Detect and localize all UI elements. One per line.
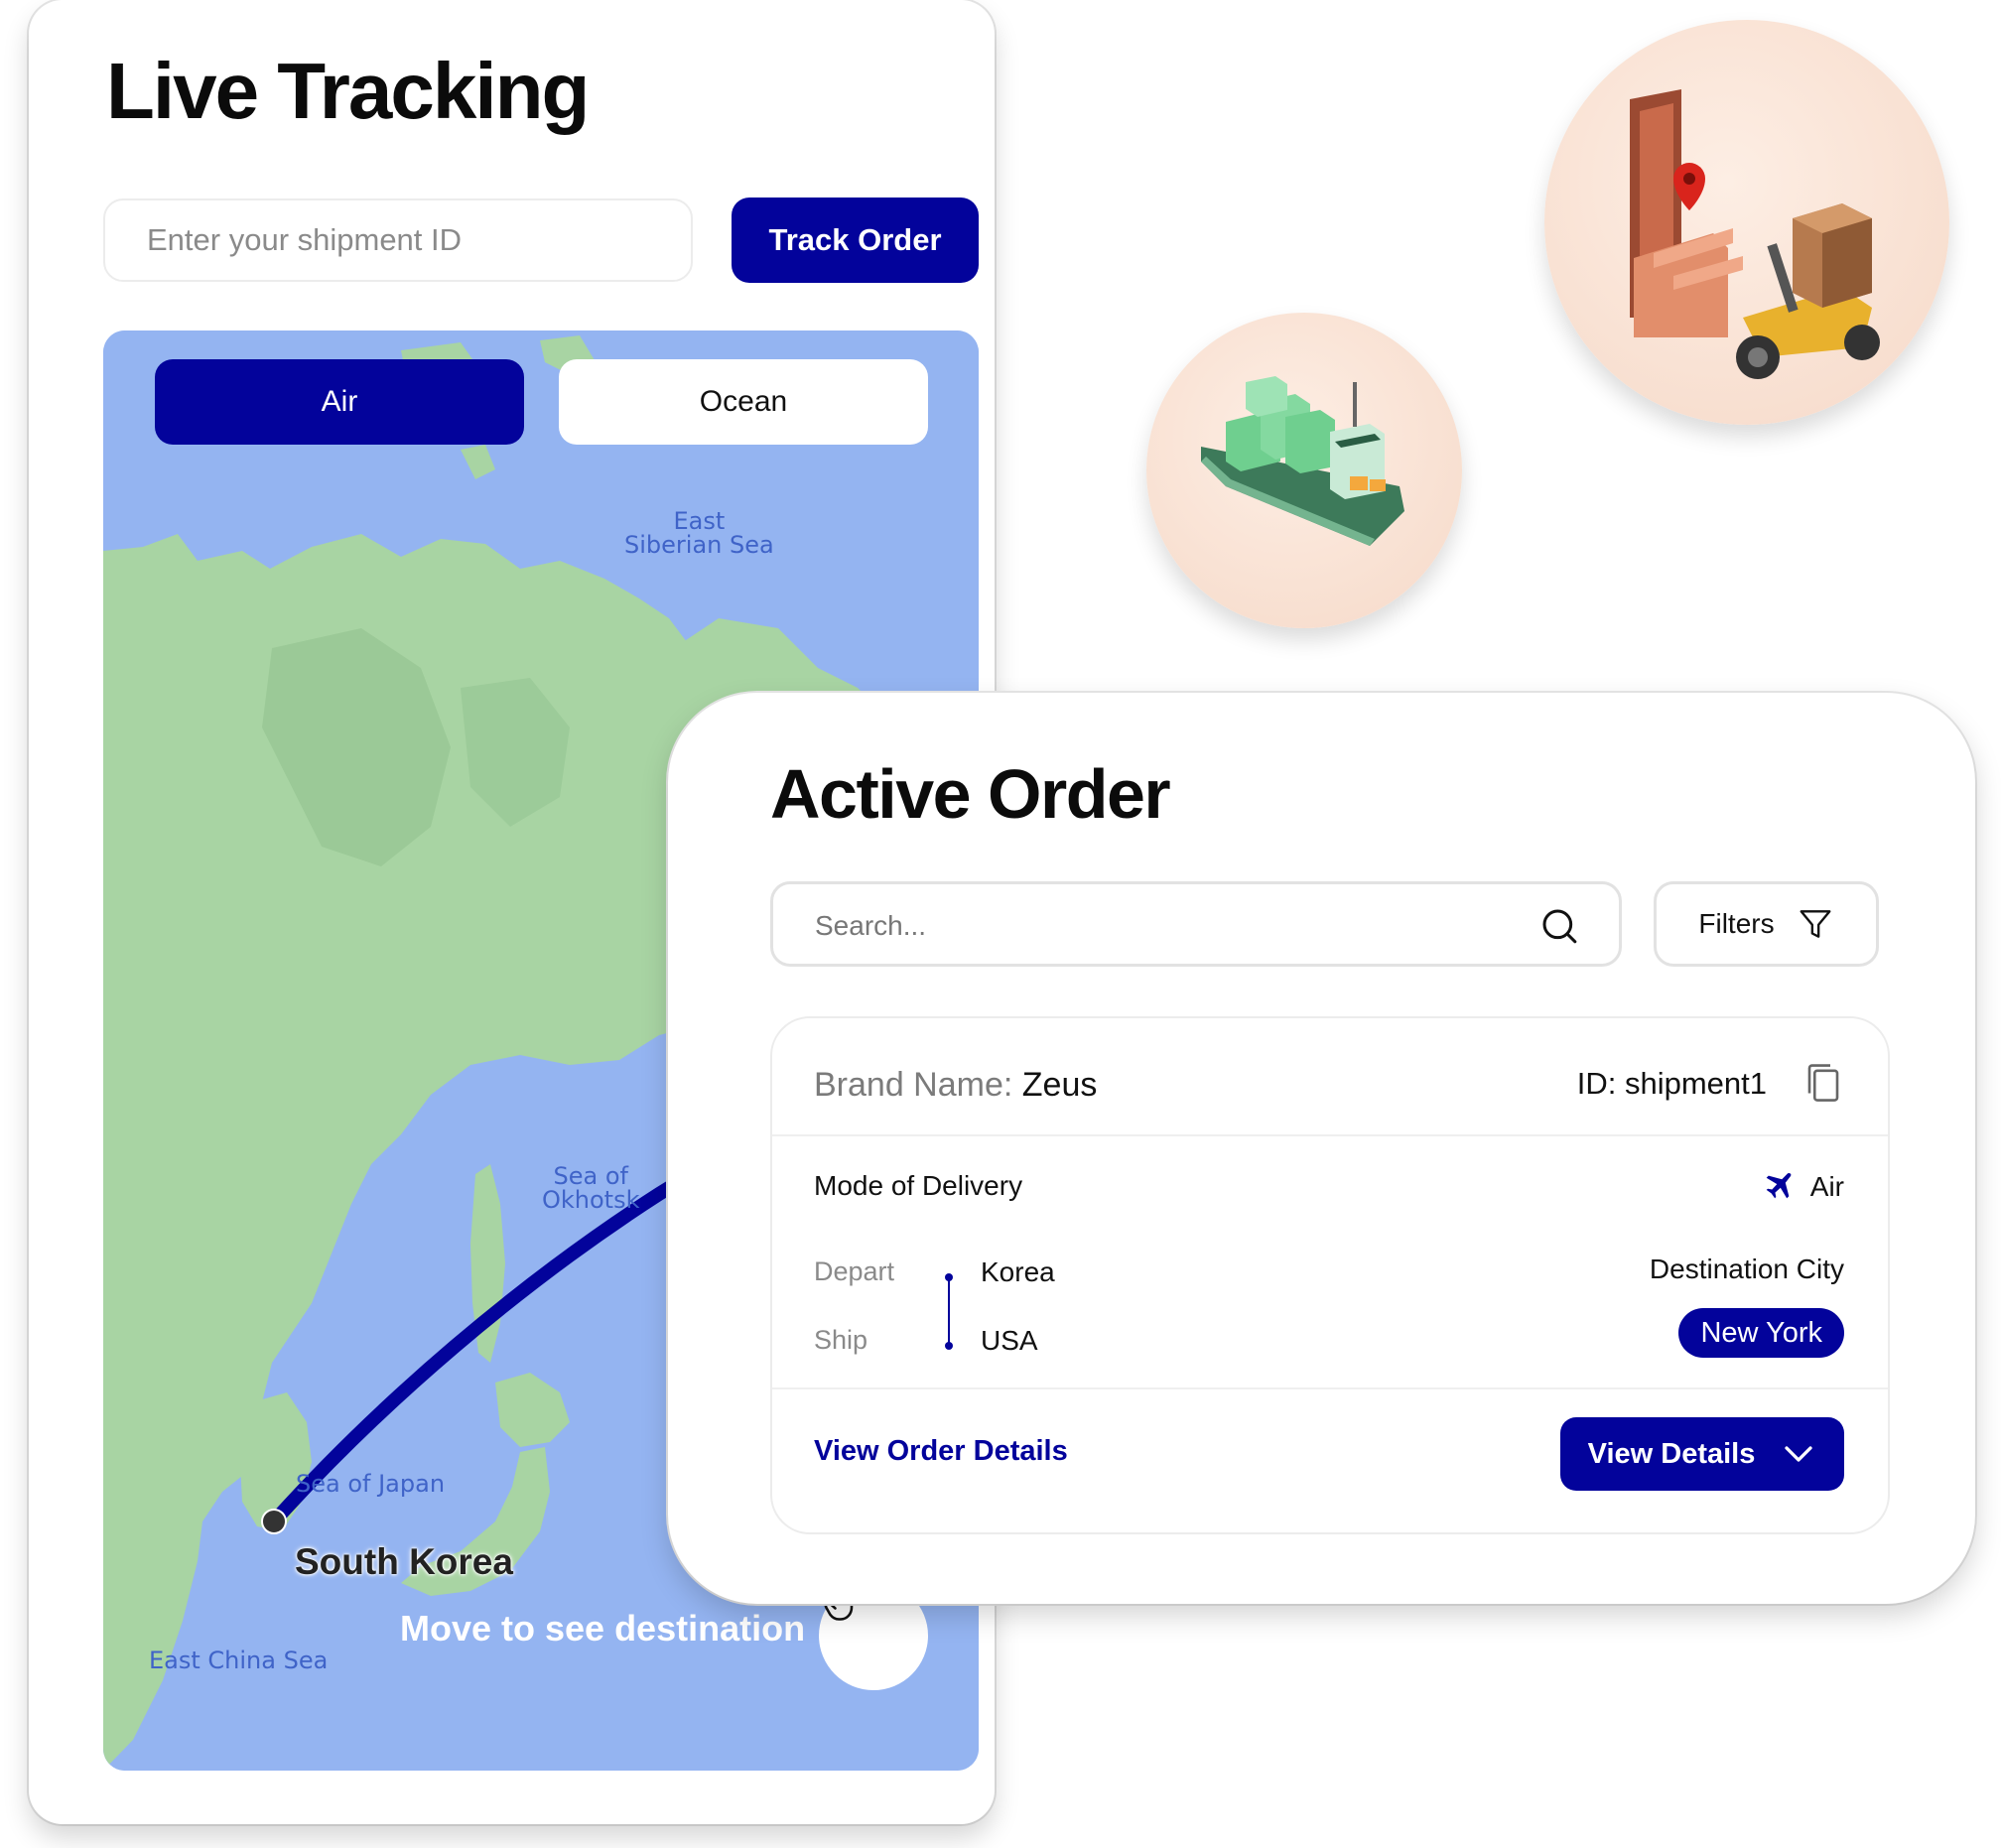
map-hint-text: Move to see destination [400, 1608, 806, 1649]
brand-name: Brand Name: Zeus [814, 1066, 1097, 1105]
origin-label: South Korea [295, 1541, 513, 1582]
brand-label: Brand Name: [814, 1066, 1013, 1104]
copy-icon[interactable] [1802, 1060, 1844, 1106]
brand-value: Zeus [1021, 1066, 1098, 1104]
view-details-button[interactable]: View Details [1560, 1417, 1844, 1491]
shipment-id: ID: shipment1 [1576, 1066, 1767, 1101]
depart-label: Depart [814, 1256, 895, 1286]
filters-button[interactable]: Filters [1654, 881, 1879, 967]
mode-value-text: Air [1809, 1171, 1844, 1202]
filters-label: Filters [1698, 908, 1775, 939]
label-sea-of-japan: Sea of Japan [296, 1470, 446, 1498]
route-connector [945, 1273, 953, 1350]
ship-label: Ship [814, 1325, 868, 1355]
order-divider-bottom [772, 1387, 1888, 1389]
origin-marker [261, 1509, 287, 1534]
label-east-china-sea: East China Sea [149, 1647, 329, 1674]
view-details-label: View Details [1587, 1437, 1756, 1470]
order-divider-top [772, 1134, 1888, 1136]
mode-of-delivery-value: Air [1761, 1170, 1844, 1204]
live-tracking-title: Live Tracking [106, 47, 590, 135]
cargo-ship-illustration [1201, 376, 1404, 546]
search-icon[interactable] [1539, 906, 1579, 946]
ship-illustration [1146, 313, 1462, 628]
label-sea-of-okhotsk: Sea of Okhotsk [542, 1162, 640, 1214]
chevron-down-icon [1785, 1446, 1813, 1462]
shipment-id-input[interactable] [103, 198, 693, 282]
airplane-icon [1766, 1173, 1792, 1199]
track-order-button[interactable]: Track Order [732, 198, 979, 283]
order-item: Brand Name: Zeus ID: shipment1 Mode of D… [770, 1016, 1890, 1534]
tab-ocean[interactable]: Ocean [559, 359, 928, 445]
depart-value: Korea [981, 1256, 1055, 1287]
filter-icon [1800, 910, 1831, 938]
view-order-details-link[interactable]: View Order Details [814, 1435, 1068, 1468]
ship-value: USA [981, 1325, 1038, 1356]
order-search-input[interactable] [813, 902, 1512, 950]
active-order-card: Active Order Filters Brand Name: Zeus ID… [668, 693, 1975, 1604]
order-search-box[interactable] [770, 881, 1622, 967]
label-east-siberian-sea: East Siberian Sea [624, 507, 774, 559]
active-order-title: Active Order [770, 755, 1171, 833]
delivery-scooter-illustration [1630, 89, 1880, 379]
destination-city-badge: New York [1678, 1308, 1844, 1358]
destination-city-label: Destination City [1649, 1254, 1844, 1284]
tab-air[interactable]: Air [155, 359, 524, 445]
delivery-illustration [1544, 20, 1949, 425]
mode-of-delivery-label: Mode of Delivery [814, 1170, 1023, 1201]
